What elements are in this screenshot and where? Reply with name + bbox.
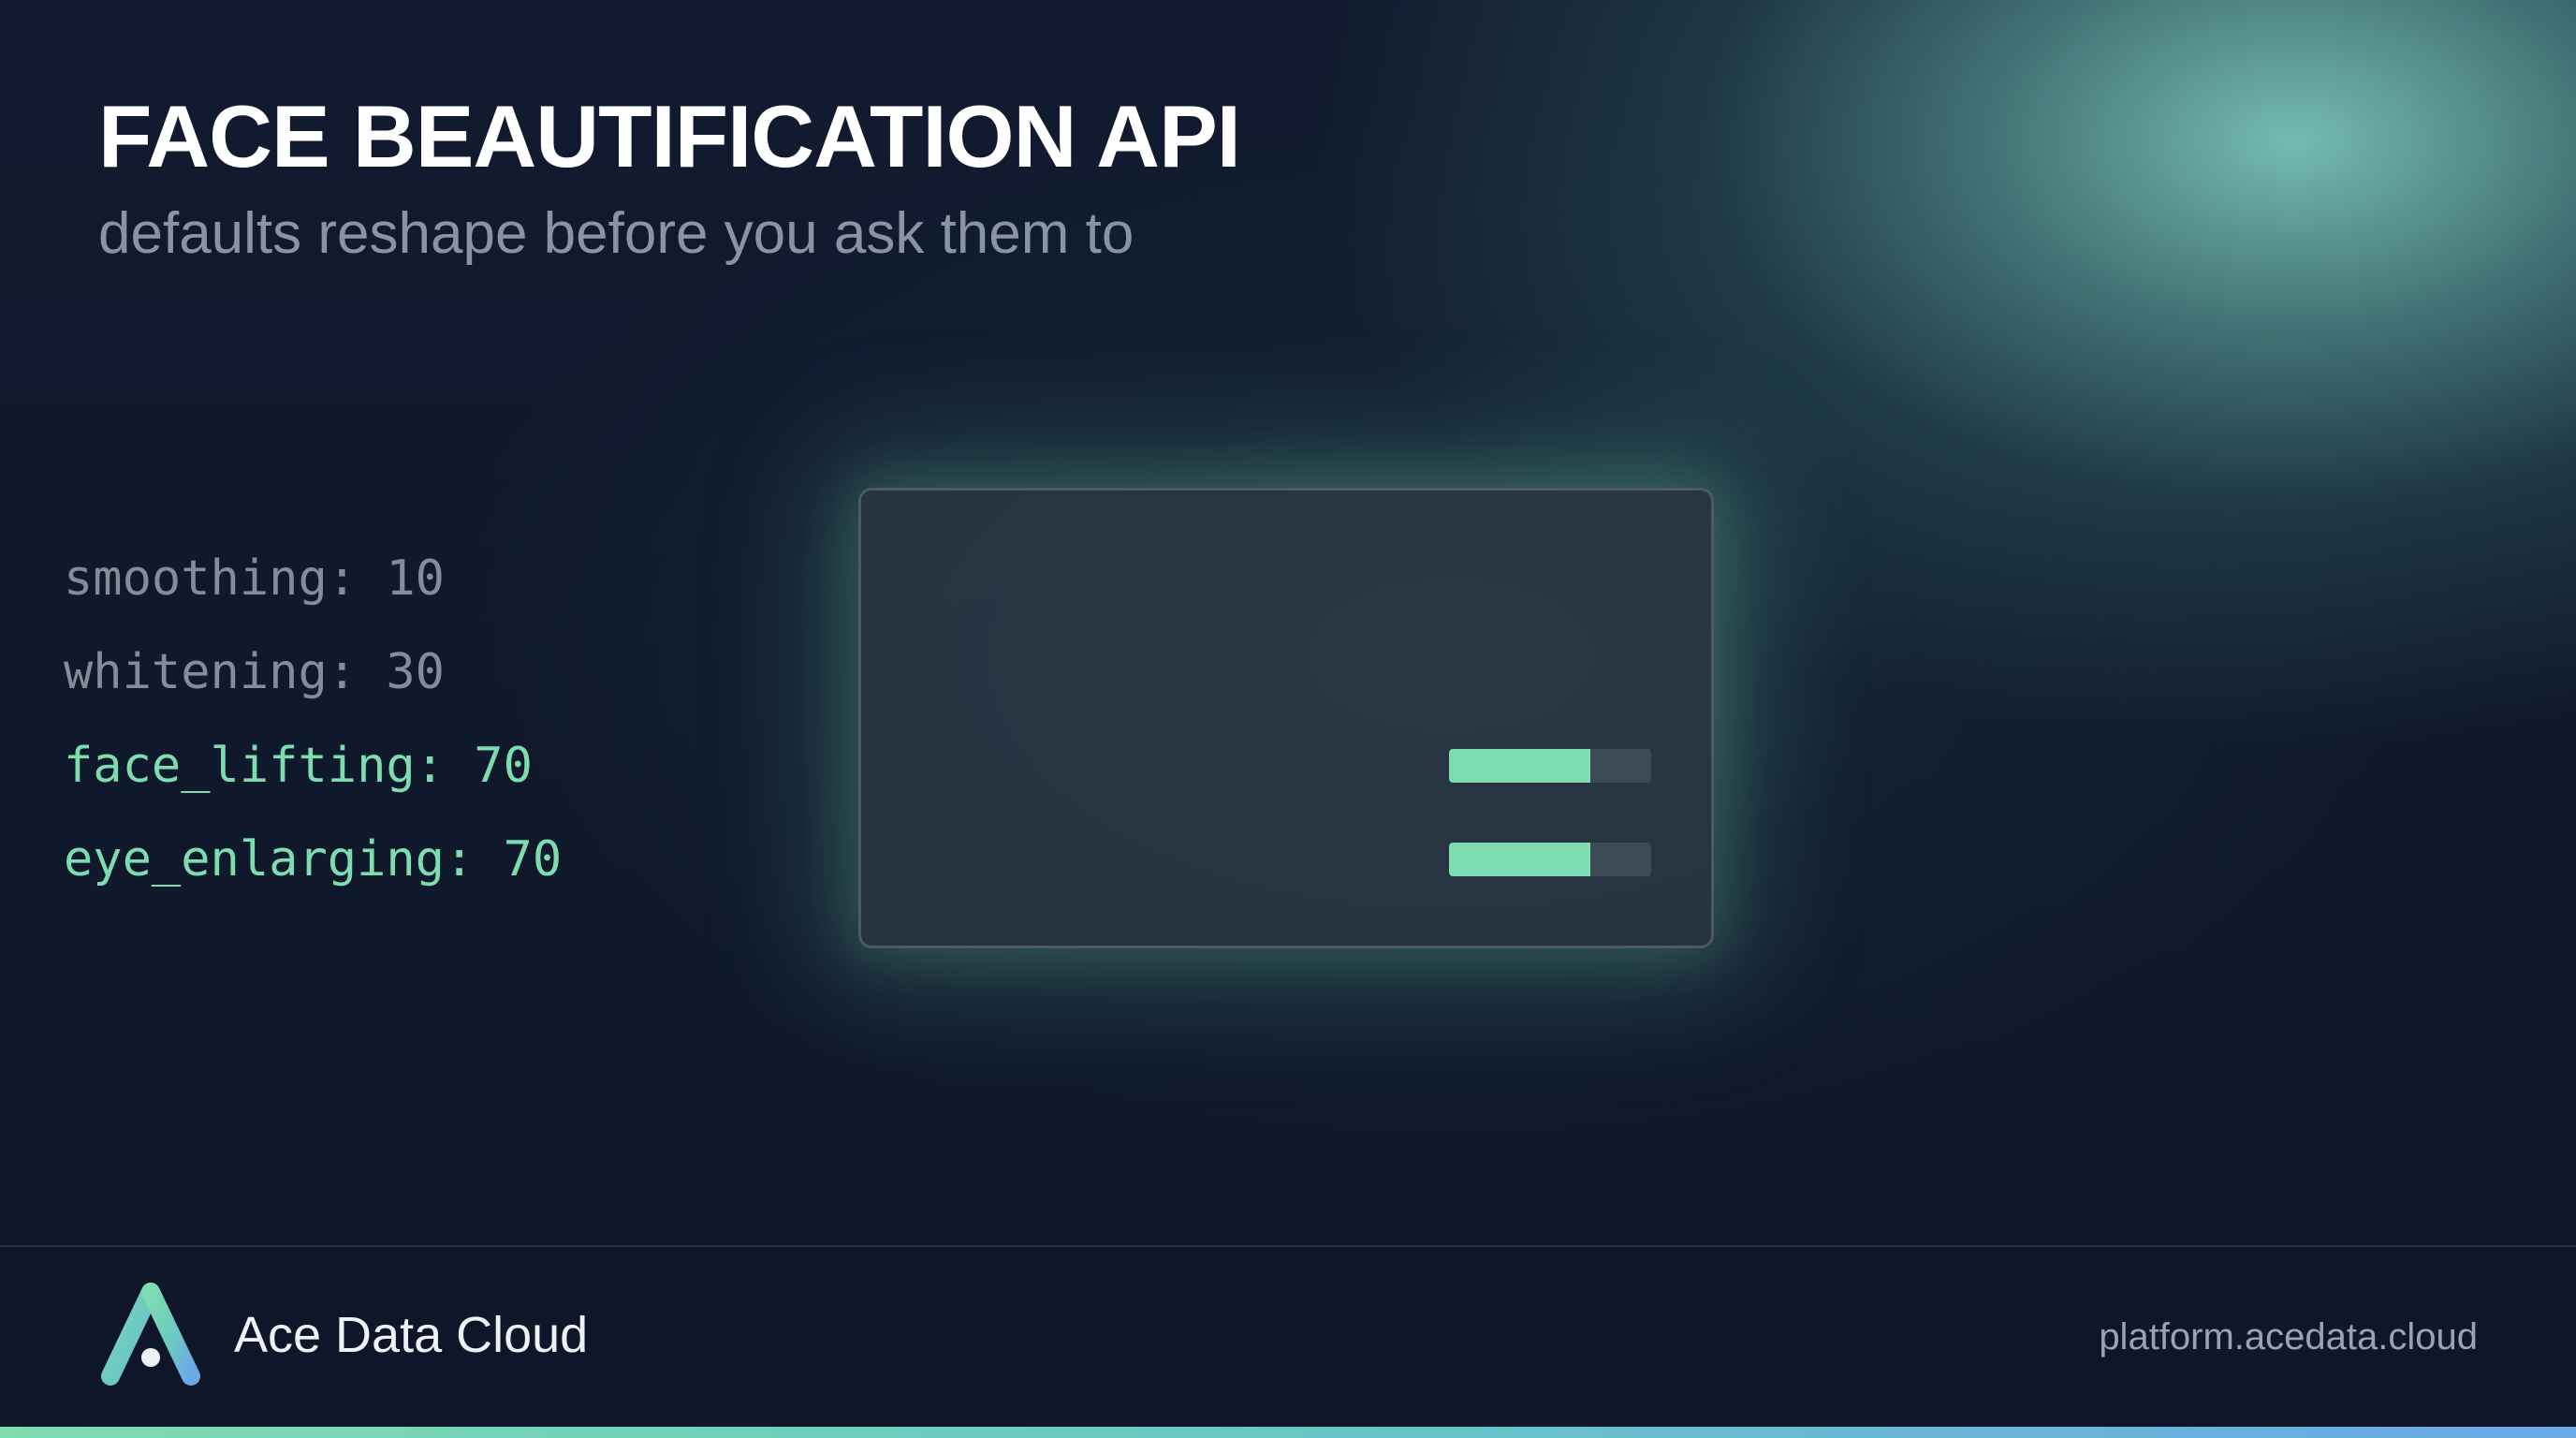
param-row-eye-enlarging: eye_enlarging: 70 [64,822,562,897]
ace-data-cloud-logo-icon [101,1283,200,1386]
parameters-panel [858,488,1714,948]
face-lifting-level-fill [1449,749,1591,783]
eye-enlarging-level-bar [1449,843,1651,876]
brand-url: platform.acedata.cloud [2099,1316,2478,1357]
param-label-eye-enlarging: eye_enlarging: 70 [64,831,563,888]
param-row-smoothing: smoothing: 10 [64,541,445,616]
accent-gradient-strip [0,1427,2576,1438]
face-lifting-level-bar [1449,749,1651,783]
page-subtitle: defaults reshape before you ask them to [98,201,1134,266]
eye-enlarging-level-fill [1449,843,1591,876]
param-label-face-lifting: face_lifting: 70 [64,738,533,794]
param-label-whitening: whitening: 30 [64,644,445,700]
param-row-whitening: whitening: 30 [64,635,445,710]
param-row-face-lifting: face_lifting: 70 [64,728,533,803]
page-title: FACE BEAUTIFICATION API [98,87,1241,185]
brand-name: Ace Data Cloud [234,1307,589,1363]
param-label-smoothing: smoothing: 10 [64,550,445,607]
